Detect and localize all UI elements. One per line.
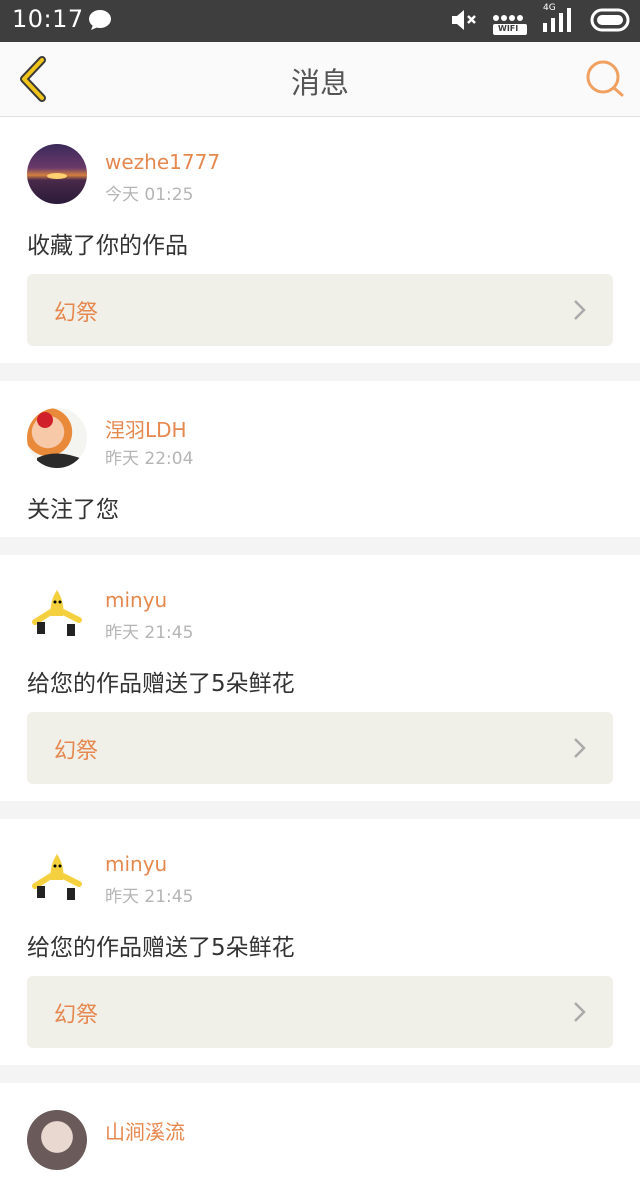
message-text: 关注了您 [27,497,119,523]
username[interactable]: 山涧溪流 [105,1116,185,1145]
wifi-label: WIFI [498,24,519,33]
avatar[interactable] [27,144,87,204]
message-time: 昨天 22:04 [105,449,194,469]
message-card: 涅羽LDH 昨天 22:04 关注了您 [0,381,640,537]
message-time: 今天 01:25 [105,185,194,205]
message-card: minyu 昨天 21:45 给您的作品赠送了5朵鲜花 幻祭 [0,819,640,1065]
avatar[interactable] [27,408,87,468]
wifi-icon: WIFI [492,8,528,36]
mute-icon [450,8,478,36]
chat-bubble-icon [88,9,112,35]
username[interactable]: wezhe1777 [105,150,220,174]
chevron-right-icon [574,1002,586,1022]
username[interactable]: minyu [105,852,167,876]
work-link[interactable]: 幻祭 [27,712,613,784]
message-card: 山涧溪流 [0,1083,640,1183]
avatar[interactable] [27,582,87,642]
username[interactable]: minyu [105,588,167,612]
message-text: 给您的作品赠送了5朵鲜花 [27,671,295,697]
avatar[interactable] [27,846,87,906]
work-link[interactable]: 幻祭 [27,274,613,346]
nav-header: 消息 [0,42,640,117]
search-button[interactable] [584,58,626,100]
message-card: minyu 昨天 21:45 给您的作品赠送了5朵鲜花 幻祭 [0,555,640,801]
status-time: 10:17 [12,5,84,33]
page-title: 消息 [290,66,349,100]
chevron-right-icon [574,300,586,320]
work-title: 幻祭 [54,739,99,764]
message-text: 给您的作品赠送了5朵鲜花 [27,935,295,961]
work-title: 幻祭 [54,1003,99,1028]
chevron-right-icon [574,738,586,758]
message-text: 收藏了你的作品 [27,233,188,259]
status-bar: 10:17 4G WIFI [0,0,640,42]
message-time: 昨天 21:45 [105,623,194,643]
work-link[interactable]: 幻祭 [27,976,613,1048]
username[interactable]: 涅羽LDH [105,414,187,443]
battery-icon [590,8,630,36]
search-icon [586,60,624,97]
signal-icon [542,7,576,37]
work-title: 幻祭 [54,301,99,326]
avatar[interactable] [27,1110,87,1170]
message-time: 昨天 21:45 [105,887,194,907]
message-card: wezhe1777 今天 01:25 收藏了你的作品 幻祭 [0,117,640,363]
